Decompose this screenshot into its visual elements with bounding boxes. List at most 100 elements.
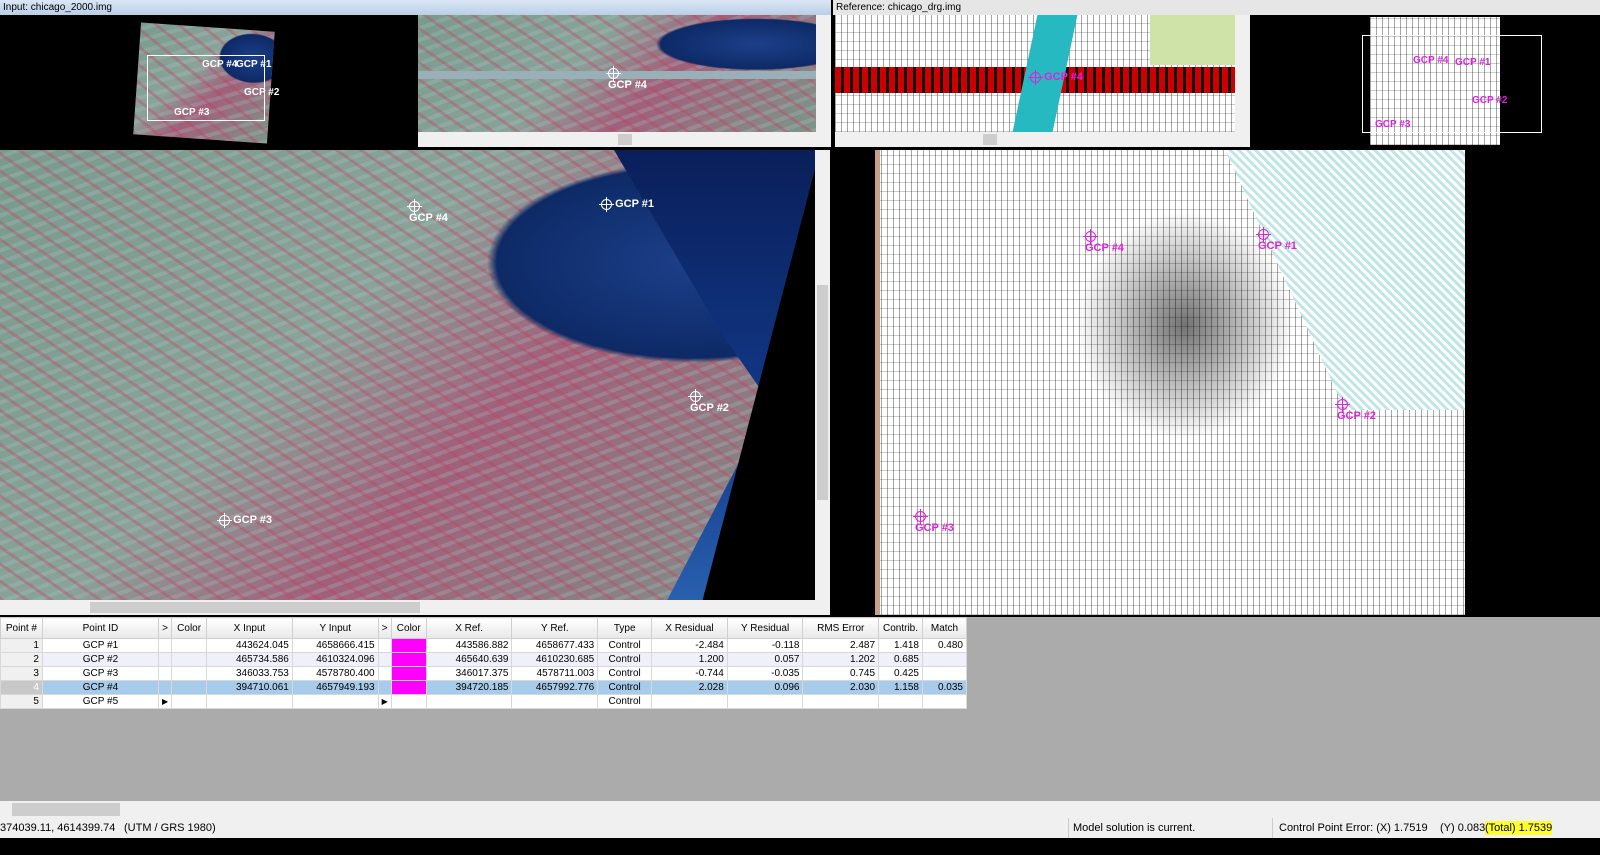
gcp-marker-1[interactable]: GCP #1 — [599, 196, 654, 212]
reference-magnifier-hscroll[interactable] — [835, 132, 1250, 147]
gcp-marker-4[interactable]: GCP #4 — [407, 198, 448, 224]
input-overview[interactable]: GCP #4 GCP #1 GCP #2 GCP #3 — [0, 15, 413, 147]
cell-yref[interactable]: 4657992.776 — [511, 680, 599, 695]
input-color-cell[interactable] — [171, 694, 208, 709]
cell-yin[interactable]: 4610324.096 — [291, 652, 379, 667]
cell-id[interactable]: GCP #4 — [41, 680, 160, 695]
gcp-marker-1[interactable]: GCP #1 — [1256, 226, 1297, 252]
ref-color-cell[interactable] — [390, 694, 427, 709]
ref-color-cell[interactable] — [390, 652, 427, 667]
gcp-marker[interactable]: GCP #1 — [1455, 57, 1490, 68]
reference-magnifier-vscroll[interactable] — [1235, 15, 1250, 132]
gcp-marker[interactable]: GCP #4 — [1028, 69, 1083, 85]
reference-overview[interactable]: GCP #4 GCP #1 GCP #2 GCP #3 — [1255, 15, 1568, 147]
col-header[interactable]: Color — [171, 617, 208, 639]
ref-color-cell[interactable] — [390, 638, 427, 653]
col-header[interactable]: X Ref. — [425, 617, 513, 639]
gcp-marker-2[interactable]: GCP #2 — [1335, 396, 1376, 422]
col-header[interactable]: Point # — [0, 617, 43, 639]
cell-rms[interactable] — [802, 694, 880, 709]
cell-xref[interactable]: 394720.185 — [425, 680, 513, 695]
cell-xres[interactable]: -2.484 — [651, 638, 728, 653]
col-header[interactable]: RMS Error — [802, 617, 880, 639]
cell-contrib[interactable]: 0.685 — [878, 652, 923, 667]
input-magnifier[interactable]: GCP #4 — [418, 15, 816, 132]
cell-id[interactable]: GCP #3 — [41, 666, 160, 681]
cell-yin[interactable] — [291, 694, 379, 709]
col-header[interactable]: Y Input — [291, 617, 379, 639]
cell-id[interactable]: GCP #1 — [41, 638, 160, 653]
cell-yref[interactable]: 4658677.433 — [511, 638, 599, 653]
cell-xin[interactable] — [206, 694, 293, 709]
cell-xref[interactable]: 346017.375 — [425, 666, 513, 681]
cell-num[interactable]: 1 — [0, 638, 43, 653]
input-color-cell[interactable] — [171, 652, 208, 667]
cell-match[interactable] — [921, 652, 968, 667]
ref-color-cell[interactable] — [390, 666, 427, 681]
col-header[interactable]: X Residual — [651, 617, 728, 639]
cell-yres[interactable]: 0.096 — [726, 680, 804, 695]
col-header[interactable]: Match — [921, 617, 968, 639]
gcp-marker[interactable]: GCP #3 — [1375, 119, 1410, 130]
cell-yref[interactable]: 4578711.003 — [511, 666, 599, 681]
cell-type[interactable]: Control — [597, 652, 653, 667]
cell-type[interactable]: Control — [597, 694, 653, 709]
col-header[interactable]: Point ID — [41, 617, 160, 639]
cell-rms[interactable]: 2.030 — [802, 680, 880, 695]
input-color-cell[interactable] — [171, 666, 208, 681]
gcp-marker[interactable]: GCP #4 — [1413, 55, 1448, 66]
gcp-marker[interactable]: GCP #1 — [236, 59, 271, 70]
cell-xres[interactable]: 2.028 — [651, 680, 728, 695]
col-header[interactable]: Y Residual — [726, 617, 804, 639]
cell-rms[interactable]: 0.745 — [802, 666, 880, 681]
ref-color-cell[interactable] — [390, 680, 427, 695]
gcp-marker[interactable]: GCP #4 — [606, 65, 647, 91]
cell-type[interactable]: Control — [597, 666, 653, 681]
cell-xin[interactable]: 346033.753 — [206, 666, 293, 681]
col-header[interactable]: Type — [597, 617, 653, 639]
cell-type[interactable]: Control — [597, 638, 653, 653]
input-main-hscroll[interactable] — [0, 600, 830, 615]
cell-type[interactable]: Control — [597, 680, 653, 695]
reference-main-view[interactable]: GCP #4 GCP #1 GCP #2 GCP #3 — [875, 150, 1465, 615]
cell-xin[interactable]: 394710.061 — [206, 680, 293, 695]
expand-cell[interactable] — [377, 638, 392, 653]
cell-yin[interactable]: 4657949.193 — [291, 680, 379, 695]
cell-yin[interactable]: 4578780.400 — [291, 666, 379, 681]
gcp-marker-4[interactable]: GCP #4 — [1083, 228, 1124, 254]
cell-contrib[interactable] — [878, 694, 923, 709]
cell-match[interactable]: 0.035 — [921, 680, 968, 695]
table-row[interactable]: 2 GCP #2 465734.586 4610324.096 465640.639 46… — [0, 652, 968, 667]
expand-cell[interactable] — [157, 652, 173, 667]
col-header[interactable]: Color — [390, 617, 427, 639]
table-row[interactable]: 5 GCP #5 ▶ ▶ Control — [0, 694, 968, 709]
input-main-view[interactable]: GCP #4 GCP #1 GCP #2 GCP #3 — [0, 150, 815, 600]
input-magnifier-hscroll[interactable] — [418, 132, 831, 147]
cell-num[interactable]: 2 — [0, 652, 43, 667]
cell-xin[interactable]: 443624.045 — [206, 638, 293, 653]
expand-cell[interactable] — [377, 680, 392, 695]
expand-cell[interactable] — [157, 666, 173, 681]
input-main-vscroll[interactable] — [815, 150, 830, 600]
cell-match[interactable] — [921, 694, 968, 709]
cell-contrib[interactable]: 0.425 — [878, 666, 923, 681]
gcp-marker[interactable]: GCP #2 — [1472, 95, 1507, 106]
expand-cell[interactable]: ▶ — [377, 694, 392, 709]
cell-yres[interactable]: -0.118 — [726, 638, 804, 653]
cell-rms[interactable]: 2.487 — [802, 638, 880, 653]
gcp-marker[interactable]: GCP #4 — [202, 59, 237, 70]
table-hscroll[interactable] — [0, 801, 1600, 818]
cell-yres[interactable]: 0.057 — [726, 652, 804, 667]
cell-yres[interactable]: -0.035 — [726, 666, 804, 681]
cell-xres[interactable]: -0.744 — [651, 666, 728, 681]
cell-match[interactable]: 0.480 — [921, 638, 968, 653]
expand-cell[interactable] — [377, 666, 392, 681]
cell-yref[interactable] — [511, 694, 599, 709]
cell-yin[interactable]: 4658666.415 — [291, 638, 379, 653]
cell-xres[interactable]: 1.200 — [651, 652, 728, 667]
col-header[interactable]: Contrib. — [878, 617, 923, 639]
expand-cell[interactable] — [157, 680, 173, 695]
expand-cell[interactable] — [377, 652, 392, 667]
input-color-cell[interactable] — [171, 680, 208, 695]
cell-xin[interactable]: 465734.586 — [206, 652, 293, 667]
